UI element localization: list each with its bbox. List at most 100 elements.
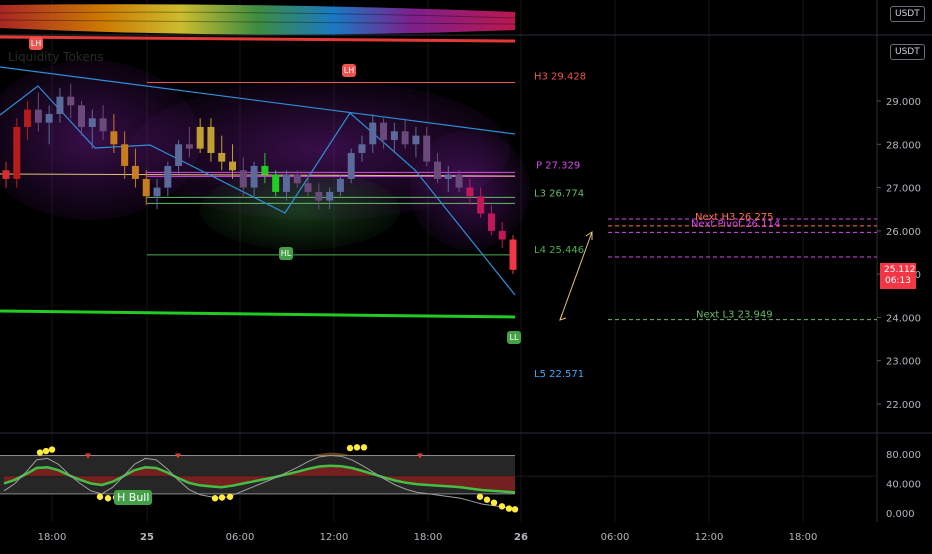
candle-body <box>207 126 215 153</box>
candle-body <box>185 144 193 149</box>
candle-body <box>250 165 258 188</box>
candle-body <box>164 165 172 188</box>
price-tick-label: 24.000 <box>886 313 921 324</box>
candle-body <box>477 196 485 214</box>
oscillator-axis: 80.000 40.000 0.000 <box>886 450 921 520</box>
current-price: 25.112 <box>884 265 916 275</box>
price-tick-label: 27.000 <box>886 184 921 195</box>
candle-body <box>45 113 53 123</box>
candle-body <box>142 178 150 197</box>
chart-svg[interactable]: H3 29.428 P 27.329 L3 26.774 L4 25.446 L5 22… <box>0 0 932 550</box>
candle-body <box>99 118 107 132</box>
countdown: 06:13 <box>885 276 911 286</box>
osc-tick-label: 40.000 <box>886 480 921 491</box>
candle-body <box>401 131 409 145</box>
candle-body <box>196 126 204 149</box>
candle-body <box>412 135 420 145</box>
osc-yellow-dot <box>353 444 361 451</box>
rainbow-band <box>0 4 515 35</box>
ll-marker: LL <box>507 331 521 344</box>
time-tick-label: 12:00 <box>695 532 724 543</box>
vertical-grid <box>51 0 804 522</box>
candle-body <box>175 144 183 166</box>
candle-body <box>444 174 452 179</box>
candle-body <box>466 187 474 197</box>
osc-yellow-dot <box>483 496 491 503</box>
price-tick-label: 29.000 <box>886 97 921 108</box>
osc-tick-label: 80.000 <box>886 450 921 461</box>
price-axis: 29.00028.00027.00026.00025.00024.00023.0… <box>877 97 921 411</box>
candle-body <box>153 187 161 197</box>
candle-body <box>423 135 431 162</box>
candle-body <box>56 96 64 114</box>
osc-yellow-dot <box>511 506 519 513</box>
candle-body <box>67 96 75 106</box>
faded-title: Liquidity Tokens <box>8 50 104 64</box>
label-l5: L5 22.571 <box>534 369 584 380</box>
candle-body <box>390 131 398 140</box>
candle-body <box>293 174 301 184</box>
time-axis: 18:00 25 06:00 12:00 18:00 26 06:00 12:00 18:00 <box>38 532 818 543</box>
osc-yellow-dot <box>96 493 104 500</box>
time-tick-label: 12:00 <box>320 532 349 543</box>
osc-yellow-dot <box>490 499 498 506</box>
candle-body <box>110 131 118 145</box>
candle-body <box>239 170 247 188</box>
candle-body <box>261 165 269 175</box>
label-l4: L4 25.446 <box>534 245 584 256</box>
label-pivot: P 27.329 <box>536 160 580 171</box>
candle-body <box>509 239 517 270</box>
candle-body <box>369 122 377 145</box>
candle-body <box>272 174 280 192</box>
time-tick-label: 06:00 <box>226 532 255 543</box>
osc-yellow-dot <box>505 505 513 512</box>
osc-yellow-dot <box>48 446 56 453</box>
candle-body <box>455 174 463 188</box>
osc-yellow-dot <box>476 493 484 500</box>
projection-arrowhead-down <box>559 313 567 321</box>
candle-body <box>121 144 129 166</box>
candle-body <box>326 191 334 201</box>
osc-yellow-dot <box>36 449 44 456</box>
candle-body <box>498 230 506 240</box>
label-next-l3: Next L3 23.949 <box>696 310 773 321</box>
red-band-line <box>0 35 516 43</box>
candle-body <box>131 165 139 179</box>
price-tick-label: 28.000 <box>886 140 921 151</box>
candle-body <box>2 170 10 179</box>
hl-marker: HL <box>279 247 293 260</box>
time-tick-label: 25 <box>140 532 154 543</box>
osc-yellow-dot <box>346 444 354 452</box>
candle-body <box>347 152 355 179</box>
price-tick-label: 23.000 <box>886 357 921 368</box>
candle-body <box>88 118 96 127</box>
candle-body <box>282 174 290 192</box>
candle-body <box>304 183 312 192</box>
price-tick-label: 26.000 <box>886 227 921 238</box>
candle-body <box>380 122 388 140</box>
lh-marker-mid: LH <box>342 64 356 77</box>
candle-body <box>34 109 42 123</box>
chart-stage[interactable]: H3 29.428 P 27.329 L3 26.774 L4 25.446 L5 22… <box>0 0 932 550</box>
candle-body <box>433 161 441 179</box>
candle-body <box>78 105 86 127</box>
candle-body <box>13 126 21 179</box>
osc-yellow-dot <box>42 447 50 455</box>
osc-yellow-dot <box>218 494 226 501</box>
candle-body <box>218 152 226 162</box>
price-tick-label: 22.000 <box>886 400 921 411</box>
osc-yellow-dot <box>104 495 112 502</box>
candle-body <box>229 161 237 171</box>
time-tick-label: 06:00 <box>601 532 630 543</box>
lh-marker-top: LH <box>29 37 43 50</box>
candle-body <box>487 213 495 231</box>
currency-tag-top[interactable]: USDT <box>890 6 925 22</box>
currency-tag-main[interactable]: USDT <box>890 44 925 60</box>
osc-tick-label: 0.000 <box>886 509 915 520</box>
osc-band <box>0 455 515 494</box>
osc-yellow-dot <box>360 444 368 451</box>
osc-yellow-dot <box>226 493 234 500</box>
current-price-tag: 25.112 06:13 <box>880 263 916 289</box>
time-tick-label: 18:00 <box>38 532 67 543</box>
osc-yellow-dot <box>498 503 506 510</box>
